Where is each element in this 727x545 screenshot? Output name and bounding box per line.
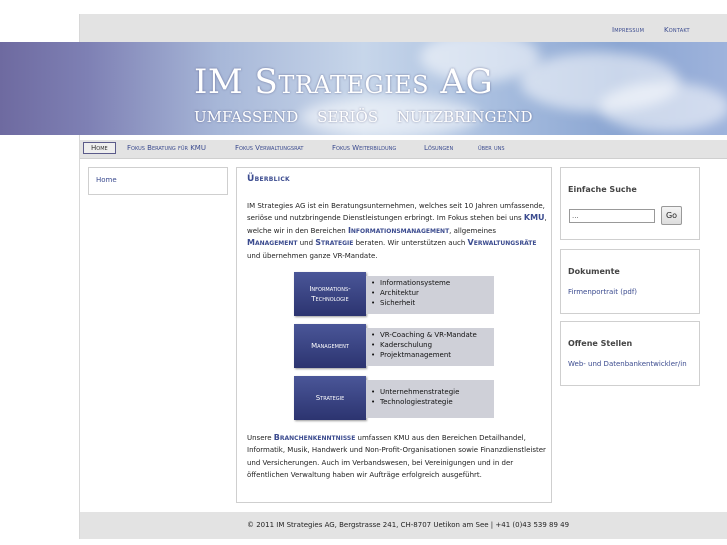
- highlight-branchenkenntnisse: Branchenkenntnisse: [273, 433, 356, 442]
- diagram-list-strategie: Unternehmenstrategie Technologiestrategi…: [366, 380, 494, 418]
- main-nav: Home Fokus Beratung für KMU Fokus Verwal…: [80, 140, 727, 159]
- search-box: Einfache Suche ... Go: [560, 167, 700, 240]
- diagram-item: Unternehmenstrategie: [371, 387, 494, 397]
- intro-text: beraten. Wir unterstützen auch: [353, 239, 468, 248]
- diagram-label-strategie: Strategie: [294, 376, 366, 420]
- diagram-item: Informationsysteme: [371, 278, 494, 288]
- footer-text: © 2011 IM Strategies AG, Bergstrasse 241…: [247, 521, 570, 529]
- nav-home[interactable]: Home: [83, 142, 116, 154]
- highlight-kmu: KMU: [523, 213, 545, 223]
- diagram-label-line: Informations-: [309, 285, 351, 293]
- jobs-title: Offene Stellen: [568, 339, 633, 348]
- diagram-item: VR-Coaching & VR-Mandate: [371, 330, 494, 340]
- documents-box: Dokumente Firmenportrait (pdf): [560, 249, 700, 314]
- jobs-box: Offene Stellen Web- und Datenbankentwick…: [560, 321, 700, 386]
- nav-fokus-beratung[interactable]: Fokus Beratung für KMU: [127, 144, 206, 152]
- diagram-item: Projektmanagement: [371, 350, 494, 360]
- footer: © 2011 IM Strategies AG, Bergstrasse 241…: [80, 512, 727, 539]
- job-link[interactable]: Web- und Datenbankentwickler/in: [568, 360, 687, 368]
- highlight-verwaltungsraete: Verwaltungsräte: [467, 238, 537, 248]
- diagram-row-it: Informations- Technologie Informationsys…: [294, 272, 494, 316]
- highlight-strategie: Strategie: [315, 238, 354, 248]
- diagram-label-line: Management: [311, 342, 349, 350]
- site-tagline: UMFASSEND SERIÖS NUTZBRINGEND: [194, 108, 533, 126]
- left-menu: Home: [88, 167, 228, 195]
- page-title: Überblick: [247, 174, 290, 184]
- header-banner: IM Strategies AG UMFASSEND SERIÖS NUTZBR…: [0, 42, 727, 135]
- nav-ueber-uns[interactable]: über uns: [478, 144, 505, 152]
- industries-paragraph: Unsere Branchenkenntnisse umfassen KMU a…: [247, 432, 547, 482]
- diagram-item: Architektur: [371, 288, 494, 298]
- search-title: Einfache Suche: [568, 185, 637, 194]
- kontakt-link[interactable]: Kontakt: [664, 26, 690, 34]
- intro-text: und übernehmen ganze VR-Mandate.: [247, 251, 378, 260]
- industries-text: Unsere: [247, 434, 274, 442]
- diagram-item: Technologiestrategie: [371, 397, 494, 407]
- diagram-list-it: Informationsysteme Architektur Sicherhei…: [366, 276, 494, 314]
- diagram-label-line: Technologie: [311, 295, 349, 303]
- search-input[interactable]: ...: [569, 209, 655, 223]
- documents-title: Dokumente: [568, 267, 620, 276]
- nav-loesungen[interactable]: Lösungen: [424, 144, 453, 152]
- left-menu-home[interactable]: Home: [96, 176, 117, 184]
- diagram-label-management: Management: [294, 324, 366, 368]
- top-bar: Impressum Kontakt: [80, 14, 727, 42]
- intro-text: IM Strategies AG ist ein Beratungsuntern…: [247, 202, 545, 223]
- nav-fokus-weiterbildung[interactable]: Fokus Weiterbildung: [332, 144, 396, 152]
- diagram-list-management: VR-Coaching & VR-Mandate Kaderschulung P…: [366, 328, 494, 366]
- diagram-row-strategie: Strategie Unternehmenstrategie Technolog…: [294, 376, 494, 420]
- highlight-informationsmanagement: Informationsmanagement: [347, 225, 450, 235]
- intro-text: und: [297, 239, 316, 248]
- nav-fokus-verwaltungsrat[interactable]: Fokus Verwaltungsrat: [235, 144, 303, 152]
- main-content: Überblick IM Strategies AG ist ein Berat…: [236, 167, 552, 503]
- firmenportrait-link[interactable]: Firmenportrait (pdf): [568, 288, 637, 296]
- intro-text: , allgemeines: [449, 226, 497, 235]
- diagram-item: Kaderschulung: [371, 340, 494, 350]
- intro-paragraph: IM Strategies AG ist ein Beratungsuntern…: [247, 200, 547, 262]
- diagram-label-it: Informations- Technologie: [294, 272, 366, 316]
- diagram-item: Sicherheit: [371, 298, 494, 308]
- impressum-link[interactable]: Impressum: [612, 26, 644, 34]
- diagram-label-line: Strategie: [315, 394, 345, 402]
- site-title: IM Strategies AG: [194, 62, 494, 102]
- search-button[interactable]: Go: [661, 206, 682, 225]
- highlight-management: Management: [247, 238, 298, 248]
- diagram-row-management: Management VR-Coaching & VR-Mandate Kade…: [294, 324, 494, 368]
